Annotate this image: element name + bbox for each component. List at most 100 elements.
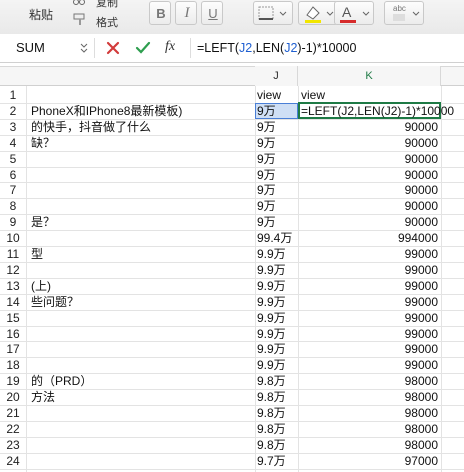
- cell-view-number[interactable]: 98000: [298, 389, 440, 405]
- italic-button[interactable]: I: [175, 1, 197, 25]
- underline-button[interactable]: U: [201, 1, 223, 25]
- cell-view-text[interactable]: 9万: [255, 151, 297, 167]
- cell-view-number[interactable]: view: [298, 87, 440, 103]
- paste-button[interactable]: 粘贴: [29, 6, 53, 23]
- cell-title[interactable]: 型: [31, 246, 43, 262]
- cell-title[interactable]: PhoneX和IPhone8最新模板): [31, 103, 182, 119]
- cell-view-number[interactable]: 99000: [298, 326, 440, 342]
- cell-view-text[interactable]: view: [255, 87, 297, 103]
- row-header[interactable]: 22: [0, 421, 26, 437]
- font-color-button[interactable]: A: [334, 1, 374, 25]
- row-header[interactable]: 3: [0, 119, 26, 135]
- cell-view-text[interactable]: 9.8万: [255, 421, 297, 437]
- row-header[interactable]: 8: [0, 198, 26, 214]
- cell-view-number[interactable]: 90000: [298, 214, 440, 230]
- scissors-icon[interactable]: [72, 0, 86, 6]
- format-painter-icon[interactable]: [72, 12, 88, 26]
- row-header[interactable]: 12: [0, 262, 26, 278]
- name-box-dropdown-icon[interactable]: [80, 43, 88, 53]
- format-painter-button[interactable]: 格式: [96, 14, 118, 30]
- cell-view-text[interactable]: 9.9万: [255, 341, 297, 357]
- cell-view-text[interactable]: 9万: [255, 214, 297, 230]
- cell-view-text[interactable]: 9.9万: [255, 262, 297, 278]
- cell-view-number[interactable]: 90000: [298, 151, 440, 167]
- fill-color-button[interactable]: [298, 1, 338, 25]
- cell-view-number[interactable]: 994000: [298, 230, 440, 246]
- row-header[interactable]: 16: [0, 326, 26, 342]
- cell-view-text[interactable]: 9.9万: [255, 326, 297, 342]
- cell-view-number[interactable]: 99000: [298, 246, 440, 262]
- column-header-j[interactable]: J: [255, 66, 298, 86]
- row-header[interactable]: 2: [0, 103, 26, 119]
- row-header[interactable]: 20: [0, 389, 26, 405]
- cell-view-number[interactable]: 98000: [298, 437, 440, 453]
- row-header[interactable]: 18: [0, 357, 26, 373]
- cell-view-text[interactable]: 9.8万: [255, 389, 297, 405]
- cell-view-text[interactable]: 9万: [255, 103, 297, 119]
- cell-view-text[interactable]: 9万: [255, 135, 297, 151]
- active-cell-editor[interactable]: =LEFT(J2,LEN(J2)-1)*10000: [301, 103, 454, 119]
- row-header[interactable]: 4: [0, 135, 26, 151]
- cell-view-number[interactable]: 90000: [298, 182, 440, 198]
- column-header-k[interactable]: K: [298, 66, 441, 86]
- row-header[interactable]: 19: [0, 373, 26, 389]
- cell-view-text[interactable]: 9.9万: [255, 357, 297, 373]
- cell-view-number[interactable]: 99000: [298, 357, 440, 373]
- cell-view-number[interactable]: 99000: [298, 310, 440, 326]
- cell-view-text[interactable]: 9万: [255, 119, 297, 135]
- cell-view-text[interactable]: 9.9万: [255, 278, 297, 294]
- insert-function-button[interactable]: fx: [165, 39, 175, 55]
- cell-view-number[interactable]: 90000: [298, 135, 440, 151]
- cell-view-text[interactable]: 9万: [255, 182, 297, 198]
- cell-view-text[interactable]: 99.4万: [255, 230, 297, 246]
- cell-view-text[interactable]: 9万: [255, 198, 297, 214]
- row-header[interactable]: 13: [0, 278, 26, 294]
- row-header[interactable]: 14: [0, 294, 26, 310]
- row-header[interactable]: 7: [0, 182, 26, 198]
- row-header[interactable]: 6: [0, 167, 26, 183]
- row-header[interactable]: 5: [0, 151, 26, 167]
- cell-view-number[interactable]: 99000: [298, 341, 440, 357]
- row-header[interactable]: 1: [0, 87, 26, 103]
- cell-view-number[interactable]: 90000: [298, 119, 440, 135]
- phonetic-guide-button[interactable]: abc: [384, 1, 424, 25]
- cell-view-text[interactable]: 9万: [255, 167, 297, 183]
- row-header[interactable]: 21: [0, 405, 26, 421]
- cell-view-number[interactable]: 98000: [298, 421, 440, 437]
- name-box[interactable]: SUM: [16, 40, 45, 55]
- formula-input[interactable]: =LEFT(J2,LEN(J2)-1)*10000: [197, 41, 356, 55]
- cell-view-text[interactable]: 9.8万: [255, 405, 297, 421]
- cell-view-number[interactable]: 90000: [298, 167, 440, 183]
- confirm-icon[interactable]: [134, 39, 152, 57]
- row-header[interactable]: 15: [0, 310, 26, 326]
- cell-title[interactable]: 的（PRD）: [31, 373, 92, 389]
- cell-view-number[interactable]: 97000: [298, 453, 440, 469]
- copy-button[interactable]: 复制: [96, 0, 118, 10]
- cell-view-text[interactable]: 9.9万: [255, 310, 297, 326]
- row-header[interactable]: 24: [0, 453, 26, 469]
- cell-view-text[interactable]: 9.9万: [255, 294, 297, 310]
- cell-view-number[interactable]: 99000: [298, 262, 440, 278]
- row-header[interactable]: 17: [0, 341, 26, 357]
- cell-view-text[interactable]: 9.7万: [255, 453, 297, 469]
- cell-view-text[interactable]: 9.8万: [255, 437, 297, 453]
- cancel-icon[interactable]: [104, 39, 122, 57]
- row-header[interactable]: 23: [0, 437, 26, 453]
- cell-view-number[interactable]: 99000: [298, 278, 440, 294]
- bold-button[interactable]: B: [149, 1, 171, 25]
- cell-view-text[interactable]: 9.8万: [255, 373, 297, 389]
- row-header[interactable]: 11: [0, 246, 26, 262]
- cell-view-text[interactable]: 9.9万: [255, 246, 297, 262]
- cell-view-number[interactable]: 98000: [298, 405, 440, 421]
- cell-title[interactable]: 方法: [31, 389, 55, 405]
- row-header[interactable]: 10: [0, 230, 26, 246]
- cell-view-number[interactable]: 98000: [298, 373, 440, 389]
- cell-view-number[interactable]: 90000: [298, 198, 440, 214]
- row-header[interactable]: 9: [0, 214, 26, 230]
- cell-title[interactable]: 些问题？: [31, 294, 79, 310]
- cell-view-number[interactable]: 99000: [298, 294, 440, 310]
- borders-button[interactable]: [253, 1, 293, 25]
- cell-title[interactable]: 是？: [31, 214, 55, 230]
- cell-title[interactable]: 的快手，抖音做了什么: [31, 119, 151, 135]
- cell-title[interactable]: 缺？: [31, 135, 55, 151]
